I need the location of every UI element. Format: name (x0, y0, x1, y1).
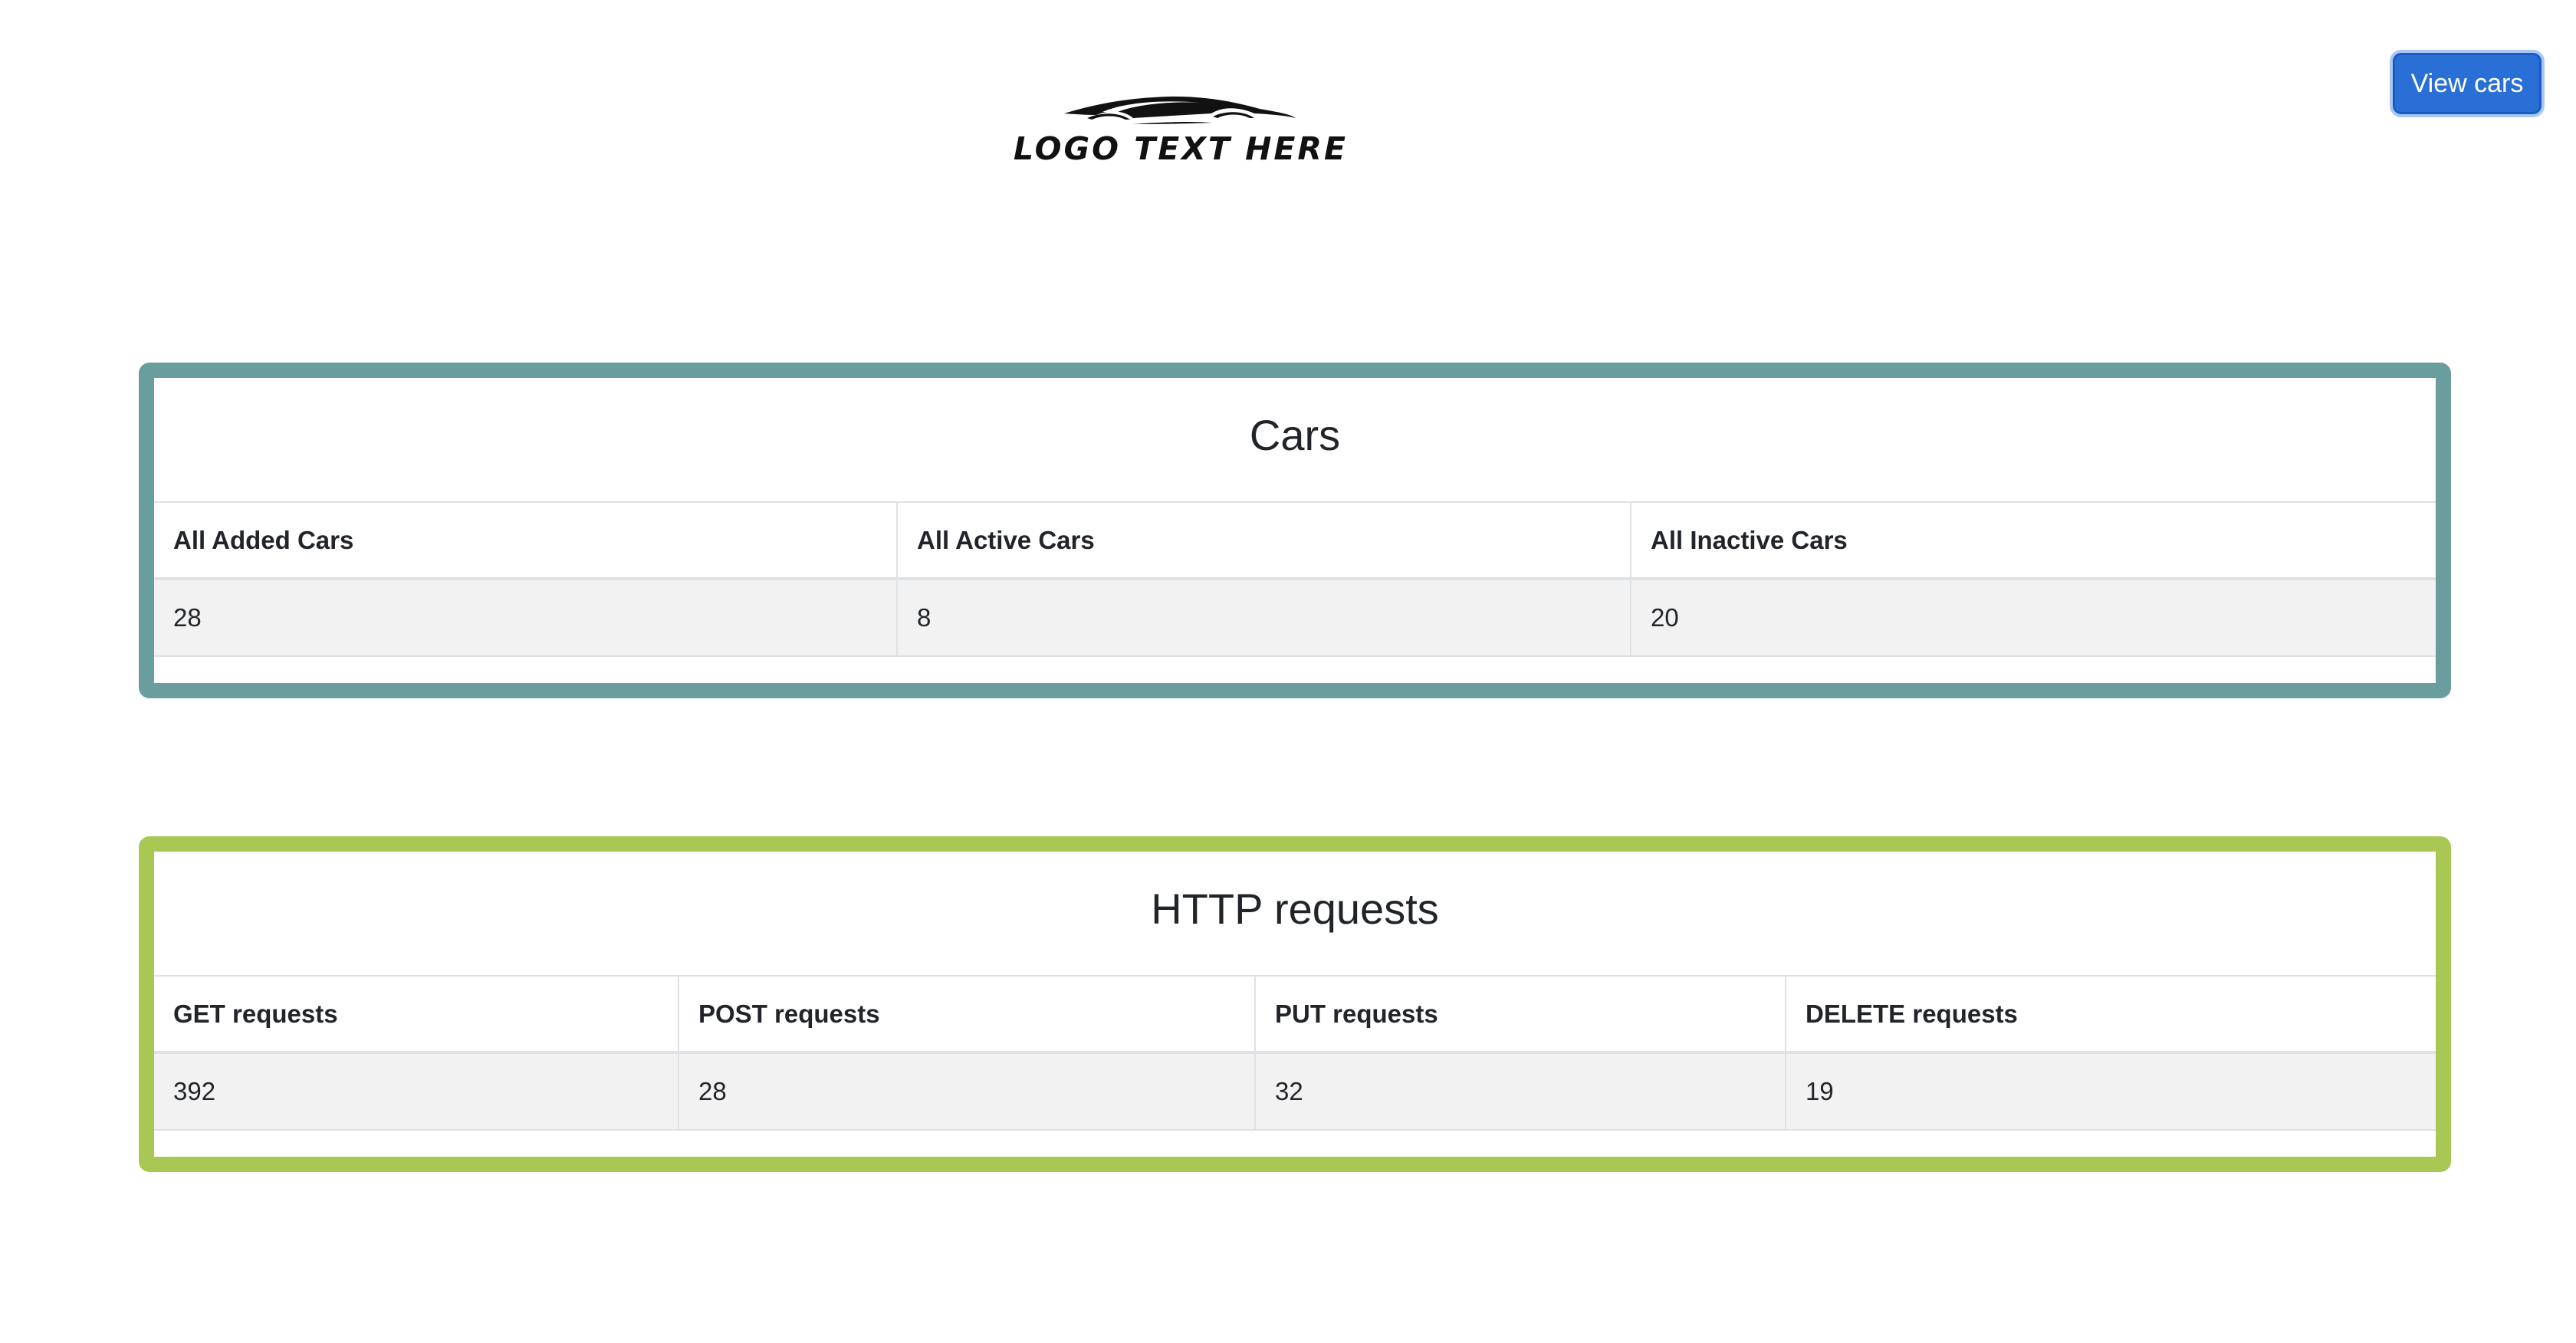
car-silhouette-icon (1064, 96, 1296, 124)
cars-panel: Cars All Added Cars All Active Cars All … (139, 363, 2451, 698)
cars-header-row: All Added Cars All Active Cars All Inact… (154, 503, 2436, 580)
column-header-all-inactive-cars: All Inactive Cars (1631, 503, 2436, 580)
all-inactive-cars-value: 20 (1631, 579, 2436, 657)
column-header-all-active-cars: All Active Cars (897, 503, 1631, 580)
http-requests-title: HTTP requests (154, 852, 2436, 977)
http-header-row: GET requests POST requests PUT requests … (154, 977, 2436, 1054)
page: View cars LOGO TEXT HERE Cars All Added … (0, 0, 2576, 1343)
view-cars-button[interactable]: View cars (2393, 53, 2542, 114)
put-requests-value: 32 (1255, 1052, 1786, 1131)
column-header-all-added-cars: All Added Cars (154, 503, 898, 580)
cars-title: Cars (154, 378, 2436, 503)
cars-table: All Added Cars All Active Cars All Inact… (154, 503, 2436, 657)
delete-requests-value: 19 (1786, 1052, 2436, 1131)
table-row: 392 28 32 19 (154, 1052, 2436, 1131)
all-active-cars-value: 8 (897, 579, 1631, 657)
column-header-delete-requests: DELETE requests (1786, 977, 2436, 1054)
logo-text: LOGO TEXT HERE (1013, 130, 1349, 167)
get-requests-value: 392 (154, 1052, 679, 1131)
column-header-get-requests: GET requests (154, 977, 679, 1054)
table-row: 28 8 20 (154, 579, 2436, 657)
http-requests-table: GET requests POST requests PUT requests … (154, 977, 2436, 1131)
post-requests-value: 28 (678, 1052, 1256, 1131)
all-added-cars-value: 28 (154, 579, 898, 657)
logo: LOGO TEXT HERE (1010, 90, 1351, 167)
column-header-put-requests: PUT requests (1255, 977, 1786, 1054)
http-requests-panel: HTTP requests GET requests POST requests… (139, 836, 2451, 1172)
column-header-post-requests: POST requests (678, 977, 1256, 1054)
